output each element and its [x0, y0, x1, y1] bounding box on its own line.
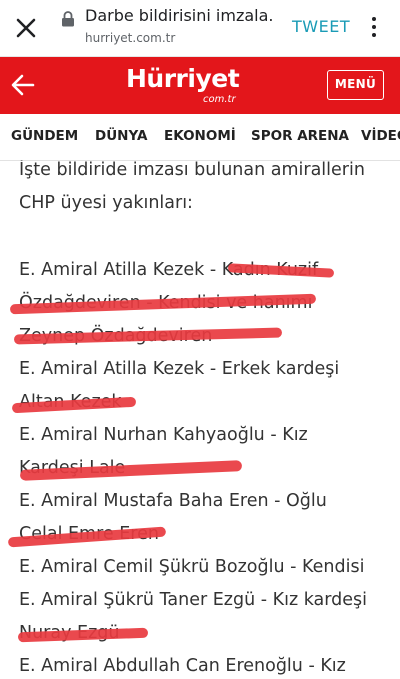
page-title: Darbe bildirisini imzala... [85, 6, 275, 25]
article-line: E. Amiral Cemil Şükrü Bozoğlu - Kendisi [19, 557, 365, 577]
browser-toolbar: Darbe bildirisini imzala... hurriyet.com… [0, 0, 400, 57]
more-options-icon[interactable] [364, 15, 384, 41]
article-line: İşte bildiride imzası bulunan amiralleri… [19, 160, 365, 180]
site-logo-domain: com.tr [203, 94, 236, 105]
site-header: Hürriyet com.tr MENÜ [0, 57, 400, 114]
tweet-button[interactable]: TWEET [292, 17, 350, 36]
nav-item-ekonomi[interactable]: EKONOMİ [164, 128, 236, 144]
nav-item-gundem[interactable]: GÜNDEM [11, 128, 78, 144]
article-line: E. Amiral Abdullah Can Erenoğlu - Kız [19, 656, 346, 676]
menu-button[interactable]: MENÜ [327, 70, 384, 100]
nav-item-spor-arena[interactable]: SPOR ARENA [251, 128, 349, 144]
category-nav: GÜNDEM DÜNYA EKONOMİ SPOR ARENA VİDEO [0, 114, 400, 161]
article-line: E. Amiral Mustafa Baha Eren - Oğlu [19, 491, 327, 511]
back-arrow-icon[interactable] [8, 70, 38, 100]
lock-icon [61, 11, 75, 27]
article-line: E. Amiral Şükrü Taner Ezgü - Kız kardeşi [19, 590, 367, 610]
article-line: CHP üyesi yakınları: [19, 193, 193, 213]
site-logo[interactable]: Hürriyet [126, 64, 240, 93]
page-url: hurriyet.com.tr [85, 31, 176, 45]
article-line: E. Amiral Nurhan Kahyaoğlu - Kız [19, 425, 308, 445]
article-line: E. Amiral Atilla Kezek - Erkek kardeşi [19, 359, 340, 379]
article-body: İşte bildiride imzası bulunan amiralleri… [0, 160, 400, 679]
close-icon[interactable] [12, 14, 40, 42]
nav-item-dunya[interactable]: DÜNYA [95, 128, 147, 144]
nav-item-video[interactable]: VİDEO [361, 128, 400, 144]
